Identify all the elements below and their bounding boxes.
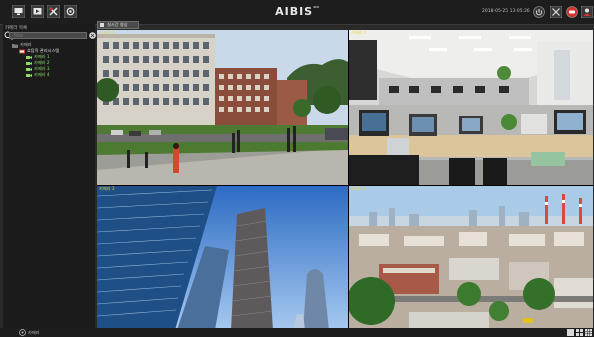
camera-status-icon[interactable]: [19, 329, 26, 336]
search-input[interactable]: [9, 32, 87, 39]
camera-icon: [26, 55, 32, 60]
fullscreen-icon[interactable]: [550, 6, 562, 18]
folder-icon: [12, 43, 18, 48]
video-tile-4[interactable]: 카메라 4: [349, 186, 593, 330]
layout-1x1-icon[interactable]: [567, 329, 574, 336]
video-frame-city: [349, 186, 593, 330]
layout-3x3-icon[interactable]: [585, 329, 592, 336]
video-grid: 카메라 1 카메라 2 카메라 3 카메라 4: [97, 30, 593, 330]
monitor-icon[interactable]: [12, 5, 25, 18]
video-tile-3[interactable]: 카메라 3: [97, 186, 348, 330]
app-logo: AIBISSIN: [275, 5, 319, 18]
video-frame-office: [349, 30, 593, 185]
top-toolbar: AIBISSIN 2018-05-25 13:05:26: [0, 0, 594, 25]
tree-camera-item[interactable]: 카메라 4: [26, 72, 50, 78]
record-icon[interactable]: [566, 6, 578, 18]
video-frame-campus: [97, 30, 348, 185]
user-icon[interactable]: [581, 6, 593, 18]
camera-icon: [26, 61, 32, 66]
settings-tools-icon[interactable]: [47, 5, 60, 18]
camera-settings-icon[interactable]: [64, 5, 77, 18]
datetime-display: 2018-05-25 13:05:26: [482, 9, 530, 14]
video-tile-2[interactable]: 카메라 2: [349, 30, 593, 185]
layout-2x2-icon[interactable]: [576, 329, 583, 336]
tile-label: 카메라 2: [351, 30, 367, 35]
bottom-bar-label: 카메라: [28, 330, 40, 335]
tab-checkbox-icon: [100, 23, 104, 27]
tab-live-view[interactable]: 실시간 영상: [97, 21, 139, 29]
tile-label: 카메라 3: [99, 186, 115, 191]
video-frame-skyscrapers: [97, 186, 348, 330]
tile-label: 카메라 4: [351, 186, 367, 191]
exit-icon[interactable]: [533, 6, 545, 18]
site-icon: [19, 49, 25, 54]
camera-icon: [26, 67, 32, 72]
tile-label: 카메라 1: [99, 30, 115, 35]
vms-window: AIBISSIN 2018-05-25 13:05:26 카메라 목록 카메라: [0, 0, 594, 337]
camera-icon: [26, 73, 32, 78]
bottom-status-bar: 카메라: [0, 328, 594, 337]
video-tile-1[interactable]: 카메라 1: [97, 30, 348, 185]
playback-icon[interactable]: [31, 5, 44, 18]
camera-list-panel: 카메라 목록 카메라 호탑작 관리시스템 카메라 1 카메라 2 카메라 3: [3, 24, 96, 328]
clear-search-icon[interactable]: [89, 32, 96, 39]
